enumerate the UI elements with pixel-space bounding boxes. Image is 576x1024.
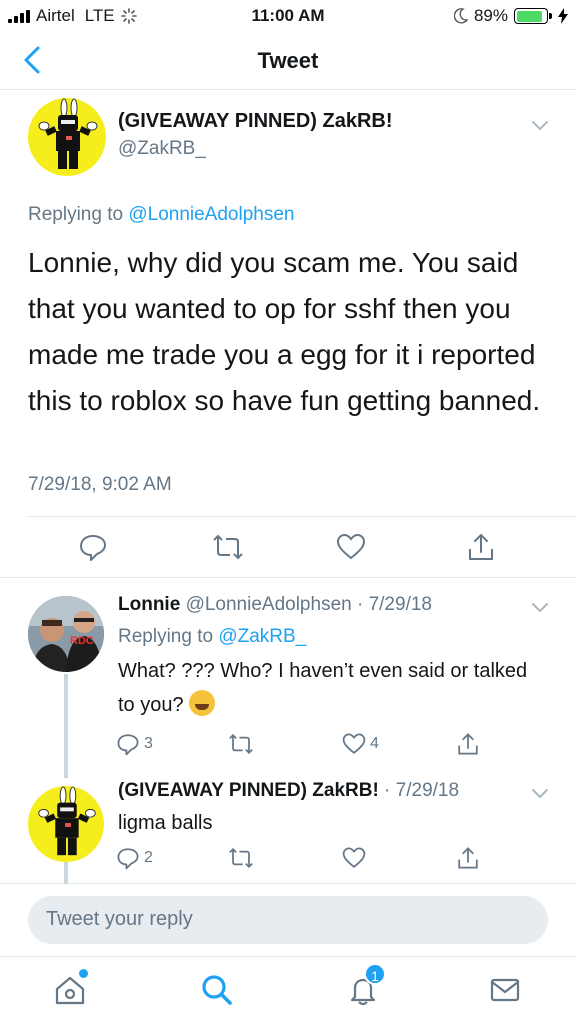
- like-button[interactable]: [342, 846, 366, 870]
- tab-search[interactable]: [200, 973, 234, 1007]
- messages-icon: [490, 978, 520, 1002]
- retweet-button[interactable]: [228, 846, 254, 870]
- retweet-button[interactable]: [228, 732, 254, 756]
- author-handle[interactable]: @ZakRB_: [118, 138, 206, 160]
- author-name[interactable]: (GIVEAWAY PINNED) ZakRB!: [118, 110, 393, 133]
- reply-date: · 7/29/18: [378, 780, 460, 801]
- share-button[interactable]: [456, 846, 480, 870]
- like-icon: [336, 533, 366, 560]
- reply-button[interactable]: 3: [116, 732, 153, 756]
- tweet-text: Lonnie, why did you scam me. You said th…: [28, 247, 541, 416]
- like-count: 4: [370, 735, 379, 752]
- replying-to-line: Replying to @ZakRB_: [118, 626, 306, 648]
- reply-icon: [117, 848, 139, 870]
- roblox-character-avatar-image: [38, 98, 98, 169]
- reply-date: · 7/29/18: [351, 594, 432, 615]
- caret-down-icon[interactable]: [530, 600, 550, 614]
- author-name[interactable]: (GIVEAWAY PINNED) ZakRB!: [118, 780, 379, 801]
- page-title: Tweet: [257, 48, 319, 73]
- like-button[interactable]: 4: [342, 732, 379, 756]
- reply-text: What? ??? Who? I haven’t even said or ta…: [118, 660, 528, 716]
- author-name[interactable]: Lonnie: [118, 594, 180, 615]
- replying-to-link[interactable]: @LonnieAdolphsen: [128, 204, 294, 225]
- reply-count: 2: [144, 849, 153, 866]
- reply-header: (GIVEAWAY PINNED) ZakRB! · 7/29/18: [118, 780, 459, 802]
- charging-bolt-icon: [558, 8, 568, 24]
- tweet-actions: [0, 532, 576, 572]
- reply-tweet[interactable]: RDC Lonnie @LonnieAdolphsen · 7/29/18 Re…: [0, 578, 576, 778]
- like-icon: [342, 733, 366, 754]
- replying-to-label: Replying to: [28, 204, 124, 225]
- reply-header: Lonnie @LonnieAdolphsen · 7/29/18: [118, 594, 432, 616]
- reply-text: ligma balls: [118, 812, 213, 834]
- replying-to-link[interactable]: @ZakRB_: [218, 626, 306, 647]
- thread-line: [64, 674, 68, 778]
- reply-tweet[interactable]: (GIVEAWAY PINNED) ZakRB! · 7/29/18 ligma…: [0, 778, 576, 884]
- home-icon: [55, 976, 85, 1005]
- reply-button[interactable]: 2: [116, 846, 153, 870]
- retweet-button[interactable]: [212, 532, 244, 562]
- share-icon: [458, 847, 478, 869]
- divider: [28, 516, 576, 517]
- reply-input[interactable]: Tweet your reply: [28, 896, 548, 944]
- tweet-timestamp: 7/29/18, 9:02 AM: [28, 474, 172, 495]
- like-button[interactable]: [336, 532, 366, 562]
- reply-actions: 2: [0, 846, 576, 876]
- profile-photo-image: RDC: [28, 596, 104, 672]
- tears-of-joy-emoji-icon: [189, 690, 216, 716]
- replying-to-label: Replying to: [118, 626, 214, 647]
- reply-composer: Tweet your reply: [0, 884, 576, 956]
- share-icon: [458, 733, 478, 755]
- tab-home[interactable]: [53, 969, 88, 1007]
- reply-icon: [117, 734, 139, 756]
- reply-count: 3: [144, 735, 153, 752]
- avatar[interactable]: RDC: [28, 596, 104, 672]
- reply-icon: [80, 535, 106, 561]
- do-not-disturb-moon-icon: [453, 8, 468, 24]
- tab-bar: 1: [0, 956, 576, 1024]
- tab-notifications[interactable]: 1: [346, 963, 386, 1007]
- reply-button[interactable]: [78, 532, 108, 562]
- unread-dot: [79, 969, 88, 978]
- replying-to-line: Replying to @LonnieAdolphsen: [28, 204, 294, 226]
- reply-actions: 3 4: [0, 732, 576, 762]
- share-button[interactable]: [456, 732, 480, 756]
- like-icon: [342, 847, 366, 868]
- main-tweet: (GIVEAWAY PINNED) ZakRB! @ZakRB_ Replyin…: [0, 90, 576, 578]
- search-icon: [202, 975, 232, 1005]
- tab-messages[interactable]: [488, 973, 522, 1007]
- retweet-icon: [229, 847, 253, 869]
- avatar[interactable]: [28, 98, 106, 176]
- svg-text:RDC: RDC: [70, 635, 94, 647]
- reply-text-container: What? ??? Who? I haven’t even said or ta…: [118, 654, 538, 722]
- navigation-bar: Tweet: [0, 32, 576, 90]
- share-button[interactable]: [466, 532, 496, 562]
- retweet-icon: [229, 733, 253, 755]
- battery-icon: [514, 8, 552, 24]
- caret-down-icon[interactable]: [530, 118, 550, 132]
- notifications-badge: 1: [364, 963, 386, 985]
- status-bar: Airtel LTE 11:00 AM 89%: [0, 0, 576, 32]
- battery-percent: 89%: [473, 6, 508, 25]
- share-icon: [469, 533, 493, 560]
- caret-down-icon[interactable]: [530, 786, 550, 800]
- author-handle[interactable]: @LonnieAdolphsen: [186, 594, 352, 615]
- retweet-icon: [213, 534, 243, 560]
